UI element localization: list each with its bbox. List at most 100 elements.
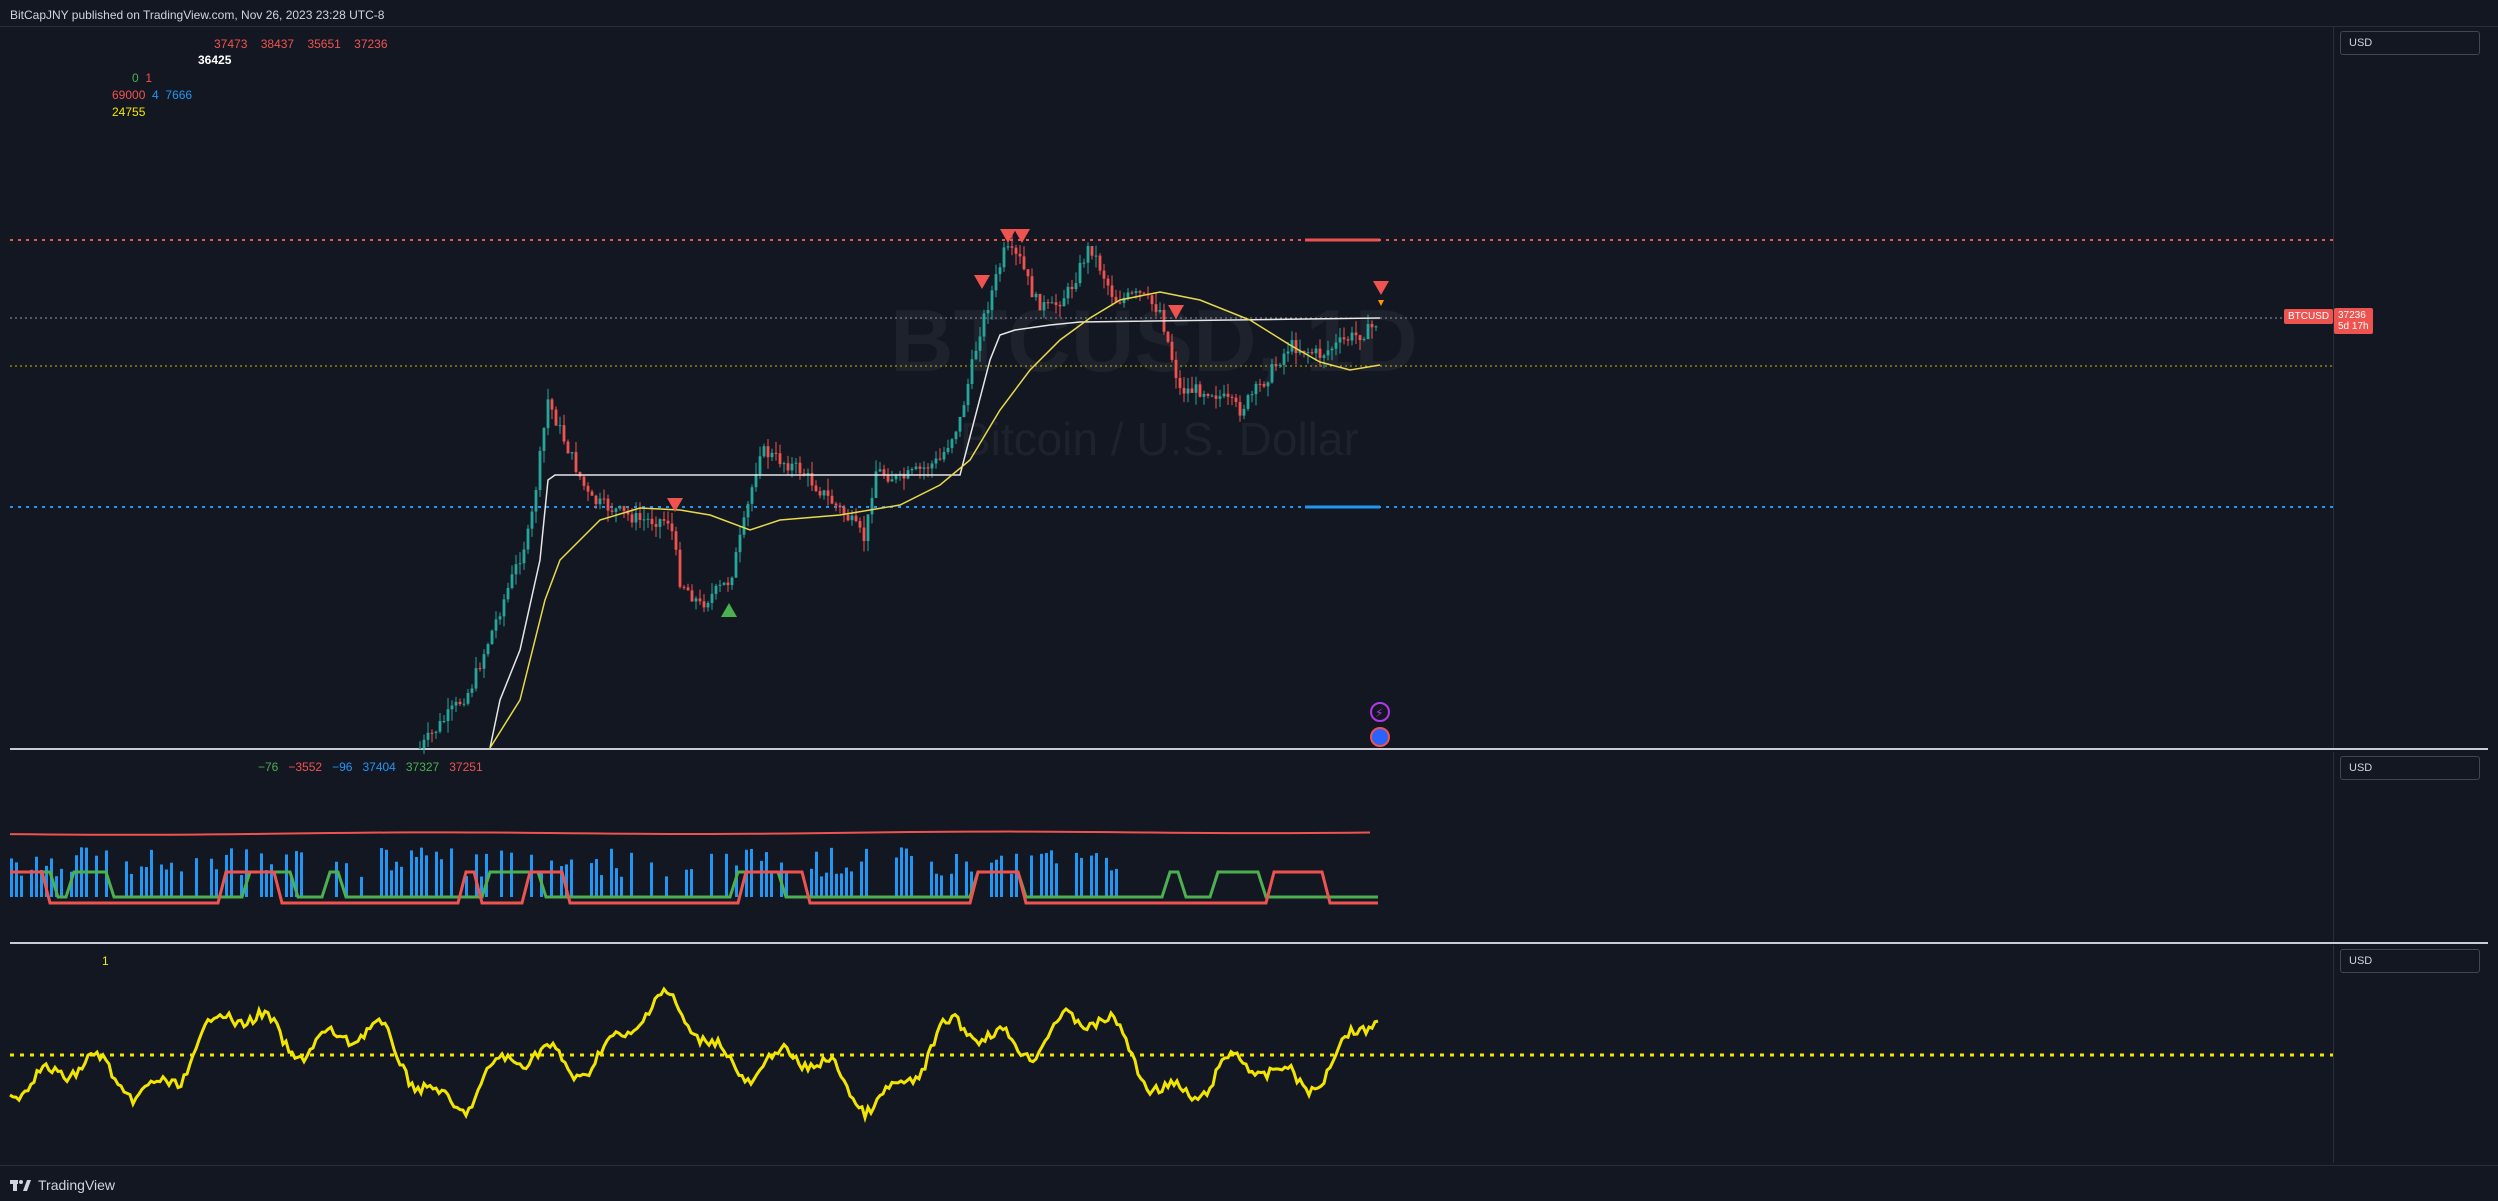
candle-body — [418, 747, 422, 749]
indicator-value-yellow: 24755 — [112, 105, 146, 119]
candle-body — [478, 668, 482, 670]
candle-body — [594, 495, 598, 505]
osc-blue-bar — [900, 847, 903, 897]
osc-blue-bar — [385, 849, 388, 897]
candle-body — [934, 458, 938, 464]
osc-blue-bar — [20, 875, 23, 897]
osc-upper-band — [9, 830, 1371, 836]
sell-signal-triangle — [1373, 281, 1389, 295]
osc-blue-bar — [1095, 853, 1098, 897]
candle-body — [546, 399, 550, 429]
candle-body — [662, 519, 666, 521]
osc-blue-bar — [1050, 850, 1053, 897]
candle-body — [614, 508, 618, 512]
candle-body — [458, 701, 462, 705]
osc-blue-bar — [830, 847, 833, 897]
candle-body — [718, 584, 722, 586]
candle-body — [890, 479, 894, 482]
osc-blue-bar — [990, 862, 993, 897]
osc-blue-bar — [820, 876, 823, 897]
osc-blue-bar — [440, 859, 443, 897]
candle-body — [1166, 331, 1170, 342]
osc-blue-bar — [610, 848, 613, 897]
chart-canvas[interactable]: ⚡ — [0, 0, 2498, 1200]
osc-blue-bar — [600, 875, 603, 897]
candle-body — [438, 721, 442, 732]
candle-body — [1038, 293, 1042, 311]
candle-body — [758, 456, 762, 475]
candle-body — [522, 549, 526, 564]
osc-blue-bar — [125, 861, 128, 897]
candle-body — [542, 428, 546, 451]
candle-body — [442, 721, 446, 723]
candle-body — [698, 598, 702, 602]
candle-body — [1130, 292, 1134, 294]
osc-blue-bar — [180, 871, 183, 897]
candle-body — [1354, 332, 1358, 336]
candle-body — [642, 519, 646, 521]
candle-body — [742, 517, 746, 535]
candle-body — [598, 498, 602, 505]
candle-body — [1350, 332, 1354, 341]
candle-body — [1334, 342, 1338, 349]
candle-body — [946, 447, 950, 452]
candle-body — [1194, 384, 1198, 393]
candle-body — [1190, 388, 1194, 393]
osc-blue-bar — [380, 848, 383, 897]
candle-body — [674, 531, 678, 550]
osc-blue-bar — [955, 853, 958, 897]
candle-body — [638, 513, 642, 520]
osc-blue-bar — [150, 849, 153, 897]
candle-body — [826, 490, 830, 496]
candle-body — [494, 619, 498, 631]
candle-body — [1034, 293, 1038, 298]
candle-body — [1266, 382, 1270, 387]
candle-body — [562, 425, 566, 442]
candle-body — [834, 503, 838, 506]
candle-body — [502, 599, 506, 617]
candle-body — [590, 491, 594, 496]
candle-body — [918, 466, 922, 469]
candle-body — [1050, 302, 1054, 304]
candle-body — [1278, 364, 1282, 366]
candle-body — [914, 466, 918, 470]
candle-body — [646, 518, 650, 520]
osc-blue-bar — [1010, 873, 1013, 897]
osc-blue-bar — [500, 850, 503, 897]
candle-body — [778, 453, 782, 465]
osc-blue-bar — [595, 859, 598, 897]
candle-body — [1238, 402, 1242, 416]
candle-body — [794, 462, 798, 464]
candle-body — [514, 564, 518, 575]
osc-blue-bar — [860, 861, 863, 897]
candle-body — [798, 462, 802, 474]
osc-blue-bar — [810, 868, 813, 897]
osc-blue-bar — [725, 853, 728, 897]
osc-blue-bar — [615, 868, 618, 897]
candle-body — [498, 616, 502, 620]
osc-blue-bar — [765, 852, 768, 897]
candle-body — [550, 399, 554, 410]
tradingview-logo[interactable]: TradingView — [10, 1177, 115, 1193]
candle-body — [1370, 324, 1374, 328]
symbol-price-tag: BTCUSD — [2284, 309, 2334, 324]
candle-body — [462, 703, 466, 705]
candle-body — [910, 469, 914, 471]
candle-body — [1026, 269, 1030, 277]
osc-blue-bar — [1030, 855, 1033, 897]
osc-blue-bar — [760, 860, 763, 897]
osc-blue-bar — [145, 867, 148, 897]
candle-body — [570, 452, 574, 454]
candle-body — [1258, 383, 1262, 385]
candle-body — [870, 497, 874, 515]
osc-blue-bar — [435, 851, 438, 897]
candle-body — [962, 405, 966, 417]
osc-blue-bar — [210, 858, 213, 897]
brand-name: TradingView — [38, 1177, 116, 1193]
candle-body — [1030, 276, 1034, 298]
candle-body — [1230, 396, 1234, 398]
candle-body — [534, 489, 538, 512]
candle-body — [986, 310, 990, 314]
candle-body — [1274, 364, 1278, 366]
candle-body — [658, 519, 662, 527]
